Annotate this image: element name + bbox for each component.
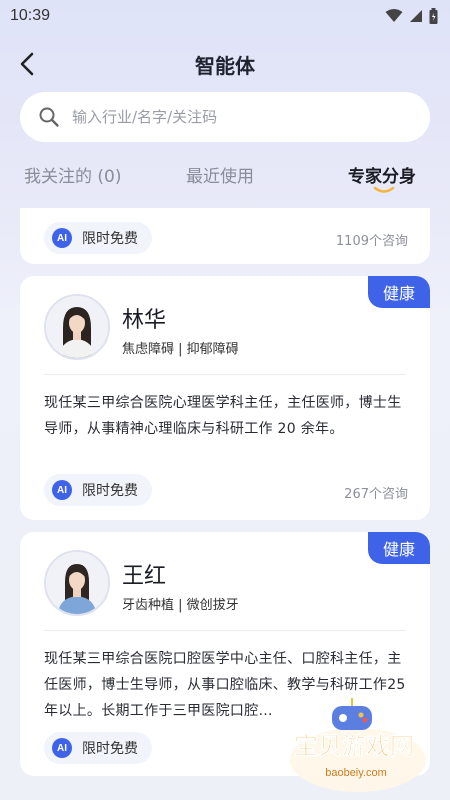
active-tab-indicator (373, 186, 395, 193)
wifi-icon (385, 9, 403, 22)
search-icon (39, 107, 59, 127)
expert-name: 王红 (122, 564, 167, 589)
tab-expert-avatar[interactable]: 专家分身 (348, 162, 416, 187)
search-bar[interactable] (20, 92, 430, 142)
free-label: 限时免费 (82, 483, 138, 499)
expert-specialties: 焦虑障碍 | 抑郁障碍 (122, 342, 239, 357)
page-title: 智能体 (195, 53, 255, 78)
avatar (44, 550, 110, 616)
tab-recent[interactable]: 最近使用 (186, 162, 254, 187)
expert-bio: 现任某三甲综合医院心理医学科主任，主任医师，博士生导师，从事精神心理临床与科研工… (44, 395, 402, 437)
free-badge: AI 限时免费 (44, 474, 152, 506)
cellular-icon (410, 10, 422, 22)
free-badge: AI 限时免费 (44, 222, 152, 254)
free-label: 限时免费 (82, 231, 138, 247)
status-icons (385, 8, 438, 24)
ai-icon: AI (52, 228, 72, 248)
search-input[interactable] (72, 108, 392, 126)
ai-icon: AI (52, 738, 72, 758)
category-tag: 健康 (368, 532, 430, 564)
expert-specialties: 牙齿种植 | 微创拔牙 (122, 598, 239, 613)
free-badge: AI 限时免费 (44, 732, 152, 764)
status-bar: 10:39 (0, 0, 450, 32)
battery-icon (429, 8, 438, 24)
category-tag: 健康 (368, 276, 430, 308)
expert-card[interactable]: AI 限时免费 1109个咨询 (20, 208, 430, 264)
divider (44, 374, 406, 375)
avatar (44, 294, 110, 360)
chevron-left-icon (20, 52, 34, 76)
back-button[interactable] (14, 50, 42, 78)
expert-card[interactable]: 健康 林华 焦虑障碍 | 抑郁障碍 现任某三甲综合医院心理医学科主任，主任医师，… (20, 276, 430, 520)
divider (44, 630, 406, 631)
free-label: 限时免费 (82, 741, 138, 757)
svg-text:宝贝游戏网: 宝贝游戏网 (294, 732, 414, 760)
avatar-image (46, 552, 108, 614)
avatar-image (46, 296, 108, 358)
tab-bar: 我关注的 (0) 最近使用 专家分身 (0, 156, 450, 196)
consult-count: 267个咨询 (344, 487, 408, 502)
consult-count: 1109个咨询 (335, 234, 408, 249)
tab-following[interactable]: 我关注的 (0) (24, 162, 121, 187)
status-time: 10:39 (10, 7, 51, 24)
expert-name: 林华 (122, 308, 167, 333)
watermark-logo: 宝贝游戏网 baobeiy.com (290, 698, 426, 792)
svg-text:baobeiy.com: baobeiy.com (325, 767, 387, 779)
ai-icon: AI (52, 480, 72, 500)
nav-bar: 智能体 (0, 40, 450, 88)
